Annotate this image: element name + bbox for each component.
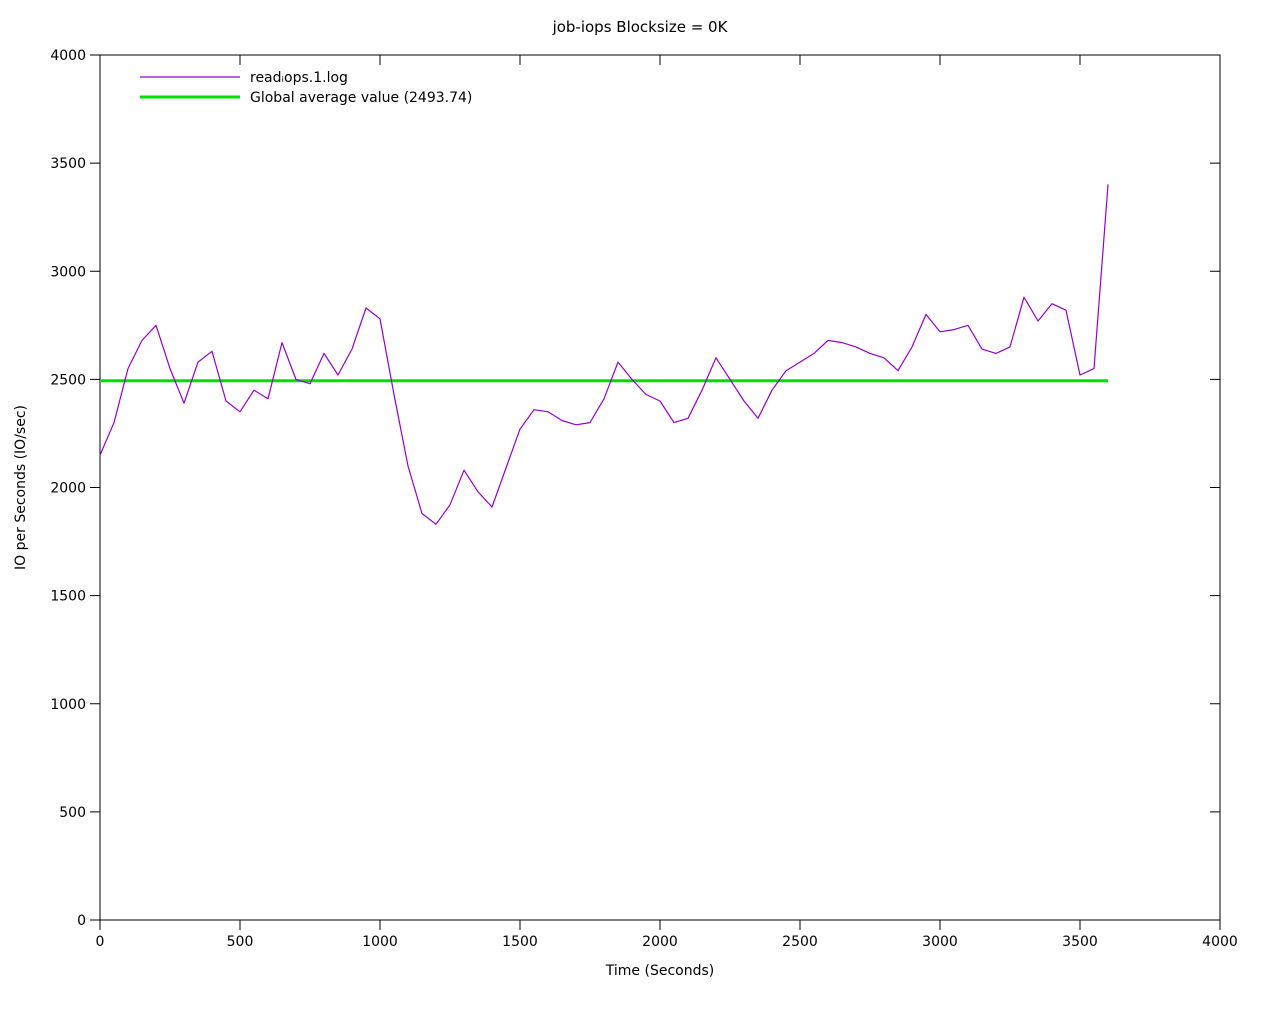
y-tick-label: 1500 <box>50 589 86 605</box>
y-tick-label: 0 <box>77 913 86 929</box>
y-tick-label: 4000 <box>50 48 86 64</box>
plot-border <box>100 55 1220 920</box>
x-tick-label: 4000 <box>1202 934 1238 950</box>
x-tick-label: 0 <box>96 934 105 950</box>
x-axis-label: Time (Seconds) <box>605 963 714 979</box>
x-tick-label: 1000 <box>362 934 398 950</box>
y-tick-label: 2000 <box>50 481 86 497</box>
x-tick-label: 2500 <box>782 934 818 950</box>
chart-title: job-iops Blocksize = 0K <box>0 18 1280 36</box>
x-tick-label: 2000 <box>642 934 678 950</box>
y-tick-label: 500 <box>59 805 86 821</box>
legend-label: Global average value (2493.74) <box>250 90 472 106</box>
x-tick-label: 500 <box>227 934 254 950</box>
x-tick-label: 1500 <box>502 934 538 950</box>
series-line <box>100 185 1108 525</box>
legend-label: readᵢops.1.log <box>250 70 348 86</box>
y-tick-label: 2500 <box>50 372 86 388</box>
y-tick-label: 1000 <box>50 697 86 713</box>
chart-container: job-iops Blocksize = 0K 0 500 1000 1500 2000… <box>0 0 1280 1024</box>
y-tick-label: 3000 <box>50 264 86 280</box>
y-tick-label: 3500 <box>50 156 86 172</box>
y-axis-label: IO per Seconds (IO/sec) <box>13 405 29 570</box>
x-tick-label: 3000 <box>922 934 958 950</box>
chart-svg: 0 500 1000 1500 2000 2500 3000 3500 4000 0 500 1000… <box>0 0 1280 1024</box>
x-tick-label: 3500 <box>1062 934 1098 950</box>
